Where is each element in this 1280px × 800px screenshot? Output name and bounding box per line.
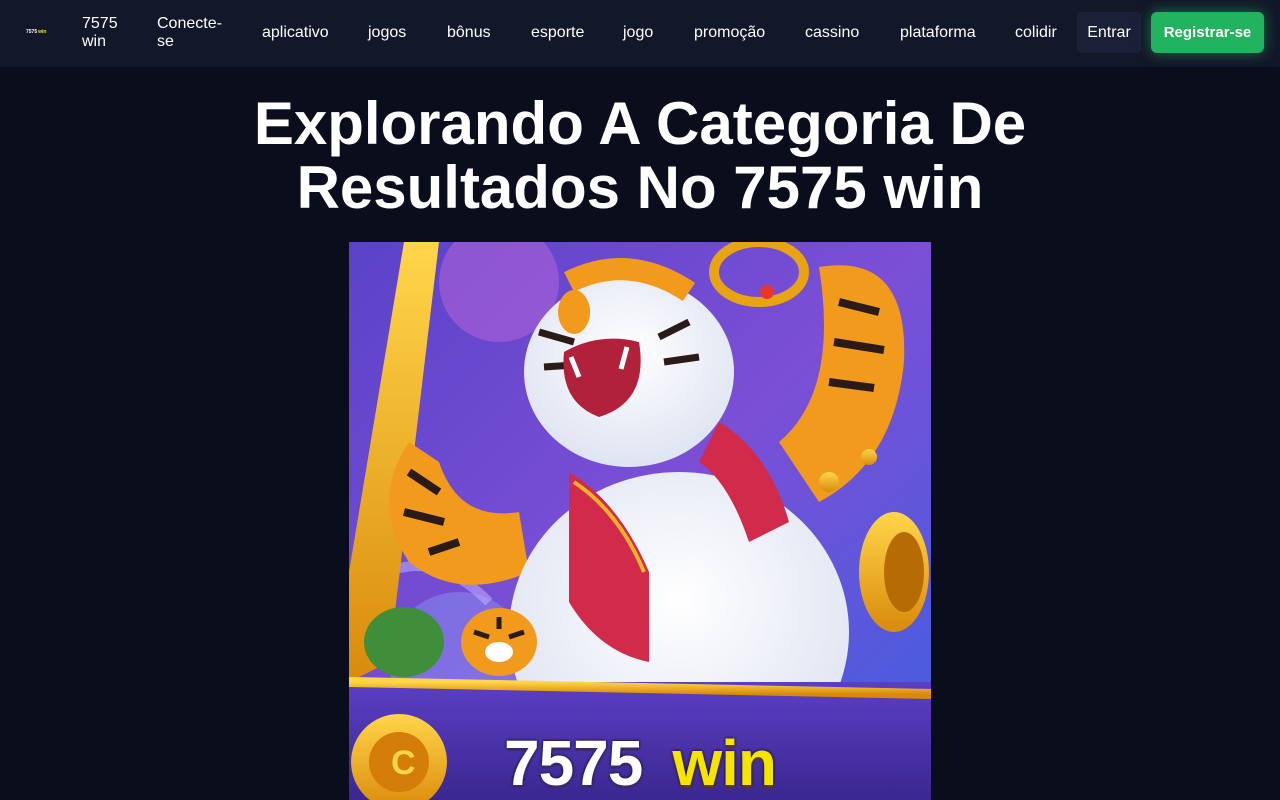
nav-link-jogo[interactable]: jogo xyxy=(623,0,653,66)
tiger-illustration: C xyxy=(349,242,931,800)
login-button[interactable]: Entrar xyxy=(1077,12,1141,53)
nav-link-plataforma[interactable]: plataforma xyxy=(900,0,976,66)
logo-win: win xyxy=(38,28,47,35)
nav-link-colidir[interactable]: colidir xyxy=(1015,0,1057,66)
page-title: Explorando A Categoria De Resultados No … xyxy=(253,90,1027,221)
hero-banner-image: C xyxy=(349,242,931,800)
nav-link-7575-win[interactable]: 7575 win xyxy=(82,0,132,66)
nav-link-conecte-se[interactable]: Conecte-se xyxy=(157,0,227,66)
top-navbar: 7575 win 7575 win Conecte-se aplicativo … xyxy=(0,0,1280,66)
hero-brand-win: win xyxy=(672,727,777,799)
logo-number: 7575 xyxy=(26,28,38,35)
nav-link-jogos[interactable]: jogos xyxy=(368,0,406,66)
hero-brand-number: 7575 xyxy=(503,727,643,799)
hero-brand-text: 7575 win xyxy=(349,726,931,800)
register-button[interactable]: Registrar-se xyxy=(1151,12,1264,53)
nav-link-cassino[interactable]: cassino xyxy=(805,0,859,66)
nav-link-aplicativo[interactable]: aplicativo xyxy=(262,0,329,66)
nav-link-esporte[interactable]: esporte xyxy=(531,0,584,66)
nav-link-promocao[interactable]: promoção xyxy=(694,0,765,66)
nav-link-bonus[interactable]: bônus xyxy=(447,0,491,66)
site-logo[interactable]: 7575 win xyxy=(26,26,52,38)
